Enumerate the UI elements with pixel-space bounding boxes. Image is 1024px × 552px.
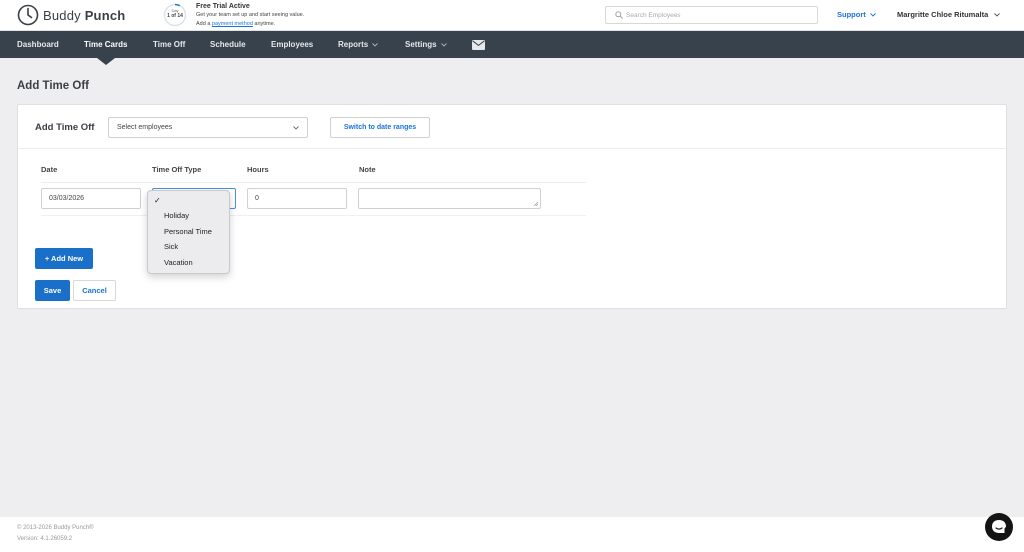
select-employees-dropdown[interactable]: Select employees — [108, 117, 308, 138]
support-menu[interactable]: Support — [837, 10, 876, 19]
option-holiday[interactable]: Holiday — [164, 211, 189, 220]
checkmark-icon: ✓ — [154, 196, 161, 205]
active-nav-indicator — [97, 58, 115, 65]
select-employees-text: Select employees — [117, 124, 173, 131]
column-header-type: Time Off Type — [152, 165, 202, 174]
chevron-down-icon — [440, 42, 447, 47]
chat-launcher-button[interactable] — [985, 513, 1013, 541]
main-nav: Dashboard Time Cards Time Off Schedule E… — [0, 31, 1024, 58]
option-personal-time[interactable]: Personal Time — [164, 227, 212, 236]
form-label: Add Time Off — [35, 122, 95, 133]
date-input[interactable]: 03/03/2026 — [41, 188, 141, 209]
note-textarea[interactable] — [358, 188, 541, 209]
clock-logo-icon — [17, 4, 39, 26]
table-divider — [41, 182, 586, 183]
chevron-down-icon — [994, 12, 1001, 17]
hours-input[interactable]: 0 — [247, 188, 347, 209]
search-icon — [615, 11, 623, 19]
resize-grip-icon[interactable] — [533, 201, 538, 206]
cancel-button[interactable]: Cancel — [73, 280, 116, 301]
trial-title: Free Trial Active — [196, 3, 250, 10]
support-label: Support — [837, 10, 866, 19]
top-header: Buddy Punch Day 1 of 14 Free Trial Activ… — [0, 0, 1024, 31]
add-new-button[interactable]: + Add New — [35, 248, 93, 269]
nav-messages[interactable] — [472, 31, 485, 58]
chat-bubble-icon — [992, 520, 1006, 533]
version-text: Version: 4.1.26059.2 — [17, 536, 73, 542]
chevron-down-icon — [293, 126, 299, 130]
column-header-hours: Hours — [247, 165, 269, 174]
trial-info: Free Trial Active Get your team set up a… — [196, 2, 304, 29]
chevron-down-icon — [372, 42, 379, 47]
chevron-down-icon — [869, 12, 876, 17]
envelope-icon — [472, 39, 485, 50]
column-header-date: Date — [41, 165, 58, 174]
trial-line2: Add a payment method anytime. — [196, 21, 276, 27]
row-divider — [41, 215, 586, 216]
nav-settings[interactable]: Settings — [405, 31, 447, 58]
trial-day-count: 1 of 14 — [167, 13, 183, 19]
nav-reports[interactable]: Reports — [338, 31, 379, 58]
time-off-type-dropdown-menu: ✓ Holiday Personal Time Sick Vacation — [147, 190, 230, 274]
nav-schedule[interactable]: Schedule — [210, 31, 246, 58]
trial-line1: Get your team set up and start seeing va… — [196, 12, 305, 18]
search-box[interactable] — [605, 6, 818, 24]
nav-employees[interactable]: Employees — [271, 31, 313, 58]
nav-time-cards[interactable]: Time Cards — [84, 31, 127, 58]
user-name: Margritte Chloe Ritumalta — [897, 10, 989, 19]
payment-method-link[interactable]: payment method — [212, 21, 253, 27]
option-vacation[interactable]: Vacation — [164, 258, 193, 267]
nav-dashboard[interactable]: Dashboard — [17, 31, 59, 58]
user-menu[interactable]: Margritte Chloe Ritumalta — [897, 10, 1001, 19]
switch-to-date-ranges-button[interactable]: Switch to date ranges — [330, 117, 430, 138]
footer: © 2013-2026 Buddy Punch® Version: 4.1.26… — [0, 517, 1024, 552]
trial-progress-ring: Day 1 of 14 — [163, 3, 187, 27]
option-sick[interactable]: Sick — [164, 242, 178, 251]
logo-text: Buddy Punch — [43, 7, 126, 23]
page-title: Add Time Off — [17, 80, 89, 92]
save-button[interactable]: Save — [35, 280, 70, 301]
nav-time-off[interactable]: Time Off — [153, 31, 185, 58]
card-header: Add Time Off Select employees Switch to … — [18, 105, 1006, 149]
copyright-text: © 2013-2026 Buddy Punch® — [17, 525, 94, 531]
buddy-punch-logo[interactable]: Buddy Punch — [17, 4, 125, 26]
search-input[interactable] — [626, 10, 811, 21]
column-header-note: Note — [359, 165, 376, 174]
